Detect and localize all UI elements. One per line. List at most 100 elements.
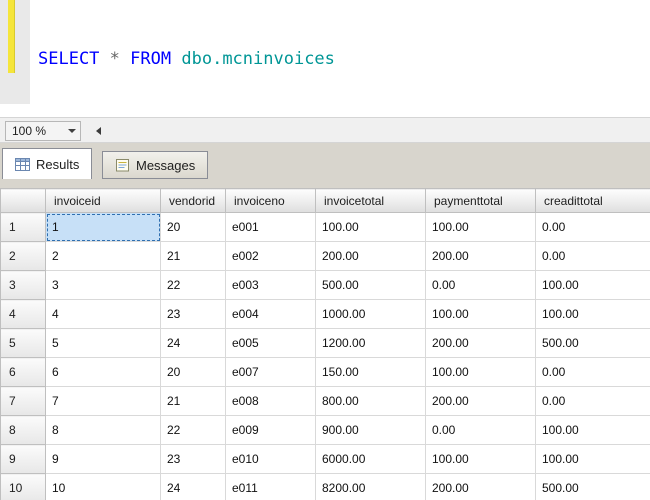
grid-cell[interactable]: 9: [46, 445, 161, 474]
grid-cell[interactable]: 500.00: [536, 329, 650, 358]
column-header-vendorid[interactable]: vendorid: [161, 189, 226, 213]
sql-query-line[interactable]: SELECT * FROM dbo.mcninvoices: [38, 50, 335, 69]
grid-cell[interactable]: 10: [46, 474, 161, 500]
grid-cell[interactable]: 6: [46, 358, 161, 387]
grid-cell[interactable]: 7: [46, 387, 161, 416]
results-pane: invoiceidvendoridinvoicenoinvoicetotalpa…: [0, 188, 650, 500]
grid-cell[interactable]: 20: [161, 213, 226, 242]
row-header[interactable]: 2: [1, 242, 46, 271]
grid-cell[interactable]: 100.00: [316, 213, 426, 242]
grid-cell[interactable]: 100.00: [426, 300, 536, 329]
grid-cell[interactable]: 100.00: [426, 445, 536, 474]
grid-cell[interactable]: 500.00: [536, 474, 650, 500]
grid-cell[interactable]: 23: [161, 445, 226, 474]
ssms-query-window: SELECT * FROM dbo.mcninvoices 100 % Resu…: [0, 0, 650, 500]
grid-cell[interactable]: e010: [226, 445, 316, 474]
messages-icon: [115, 158, 130, 173]
grid-cell[interactable]: 3: [46, 271, 161, 300]
grid-cell[interactable]: 24: [161, 474, 226, 500]
column-header-invoicetotal[interactable]: invoicetotal: [316, 189, 426, 213]
grid-cell[interactable]: e002: [226, 242, 316, 271]
sql-keyword-select: SELECT: [38, 49, 99, 69]
grid-cell[interactable]: 1200.00: [316, 329, 426, 358]
grid-cell[interactable]: 100.00: [426, 213, 536, 242]
column-header-invoiceid[interactable]: invoiceid: [46, 189, 161, 213]
results-tabstrip: Results Messages: [0, 143, 650, 188]
zoom-select[interactable]: 100 %: [5, 121, 81, 141]
row-header[interactable]: 4: [1, 300, 46, 329]
grid-body: 1120e001100.00100.000.002221e002200.0020…: [1, 213, 650, 500]
grid-cell[interactable]: 150.00: [316, 358, 426, 387]
zoom-value: 100 %: [6, 124, 64, 138]
grid-cell[interactable]: 200.00: [316, 242, 426, 271]
column-header-invoiceno[interactable]: invoiceno: [226, 189, 316, 213]
grid-cell[interactable]: 100.00: [536, 445, 650, 474]
grid-cell[interactable]: e011: [226, 474, 316, 500]
row-header[interactable]: 6: [1, 358, 46, 387]
grid-cell[interactable]: 0.00: [536, 358, 650, 387]
grid-cell[interactable]: 21: [161, 242, 226, 271]
grid-cell[interactable]: 0.00: [426, 416, 536, 445]
grid-cell[interactable]: e003: [226, 271, 316, 300]
grid-cell[interactable]: 500.00: [316, 271, 426, 300]
table-row: 7721e008800.00200.000.00: [1, 387, 650, 416]
scroll-left-icon[interactable]: [96, 127, 101, 135]
grid-cell[interactable]: 8: [46, 416, 161, 445]
grid-cell[interactable]: 22: [161, 416, 226, 445]
grid-cell[interactable]: 2: [46, 242, 161, 271]
row-header[interactable]: 8: [1, 416, 46, 445]
grid-cell[interactable]: 200.00: [426, 474, 536, 500]
grid-cell[interactable]: 0.00: [536, 387, 650, 416]
grid-cell[interactable]: 800.00: [316, 387, 426, 416]
grid-cell[interactable]: 200.00: [426, 242, 536, 271]
row-header[interactable]: 7: [1, 387, 46, 416]
grid-cell[interactable]: 0.00: [426, 271, 536, 300]
table-row: 4423e0041000.00100.00100.00: [1, 300, 650, 329]
row-header[interactable]: 3: [1, 271, 46, 300]
grid-cell[interactable]: 1: [46, 213, 161, 242]
table-row: 8822e009900.000.00100.00: [1, 416, 650, 445]
tab-results-label: Results: [36, 157, 79, 172]
grid-cell[interactable]: 100.00: [426, 358, 536, 387]
row-header[interactable]: 5: [1, 329, 46, 358]
grid-cell[interactable]: 20: [161, 358, 226, 387]
tab-results[interactable]: Results: [2, 148, 92, 179]
grid-cell[interactable]: 21: [161, 387, 226, 416]
grid-cell[interactable]: 0.00: [536, 242, 650, 271]
grid-cell[interactable]: 8200.00: [316, 474, 426, 500]
table-row: 9923e0106000.00100.00100.00: [1, 445, 650, 474]
grid-cell[interactable]: e004: [226, 300, 316, 329]
grid-cell[interactable]: 24: [161, 329, 226, 358]
grid-cell[interactable]: e007: [226, 358, 316, 387]
sql-table-reference: dbo.mcninvoices: [181, 49, 335, 69]
grid-cell[interactable]: 0.00: [536, 213, 650, 242]
grid-cell[interactable]: 5: [46, 329, 161, 358]
tab-messages-label: Messages: [136, 158, 195, 173]
row-header[interactable]: 10: [1, 474, 46, 500]
tab-messages[interactable]: Messages: [102, 151, 208, 179]
grid-cell[interactable]: 900.00: [316, 416, 426, 445]
grid-cell[interactable]: 22: [161, 271, 226, 300]
table-row: 5524e0051200.00200.00500.00: [1, 329, 650, 358]
grid-cell[interactable]: 100.00: [536, 416, 650, 445]
grid-cell[interactable]: 4: [46, 300, 161, 329]
row-header[interactable]: 1: [1, 213, 46, 242]
chevron-down-icon[interactable]: [64, 122, 80, 140]
grid-cell[interactable]: 6000.00: [316, 445, 426, 474]
column-header-paymenttotal[interactable]: paymenttotal: [426, 189, 536, 213]
grid-cell[interactable]: 200.00: [426, 329, 536, 358]
grid-cell[interactable]: 100.00: [536, 300, 650, 329]
grid-corner-cell[interactable]: [1, 189, 46, 213]
grid-cell[interactable]: e005: [226, 329, 316, 358]
row-header[interactable]: 9: [1, 445, 46, 474]
grid-cell[interactable]: e008: [226, 387, 316, 416]
table-row: 1120e001100.00100.000.00: [1, 213, 650, 242]
sql-editor[interactable]: SELECT * FROM dbo.mcninvoices: [0, 0, 650, 117]
grid-cell[interactable]: e009: [226, 416, 316, 445]
column-header-creadittotal[interactable]: creadittotal: [536, 189, 650, 213]
grid-cell[interactable]: e001: [226, 213, 316, 242]
grid-cell[interactable]: 1000.00: [316, 300, 426, 329]
grid-cell[interactable]: 23: [161, 300, 226, 329]
grid-cell[interactable]: 200.00: [426, 387, 536, 416]
grid-cell[interactable]: 100.00: [536, 271, 650, 300]
